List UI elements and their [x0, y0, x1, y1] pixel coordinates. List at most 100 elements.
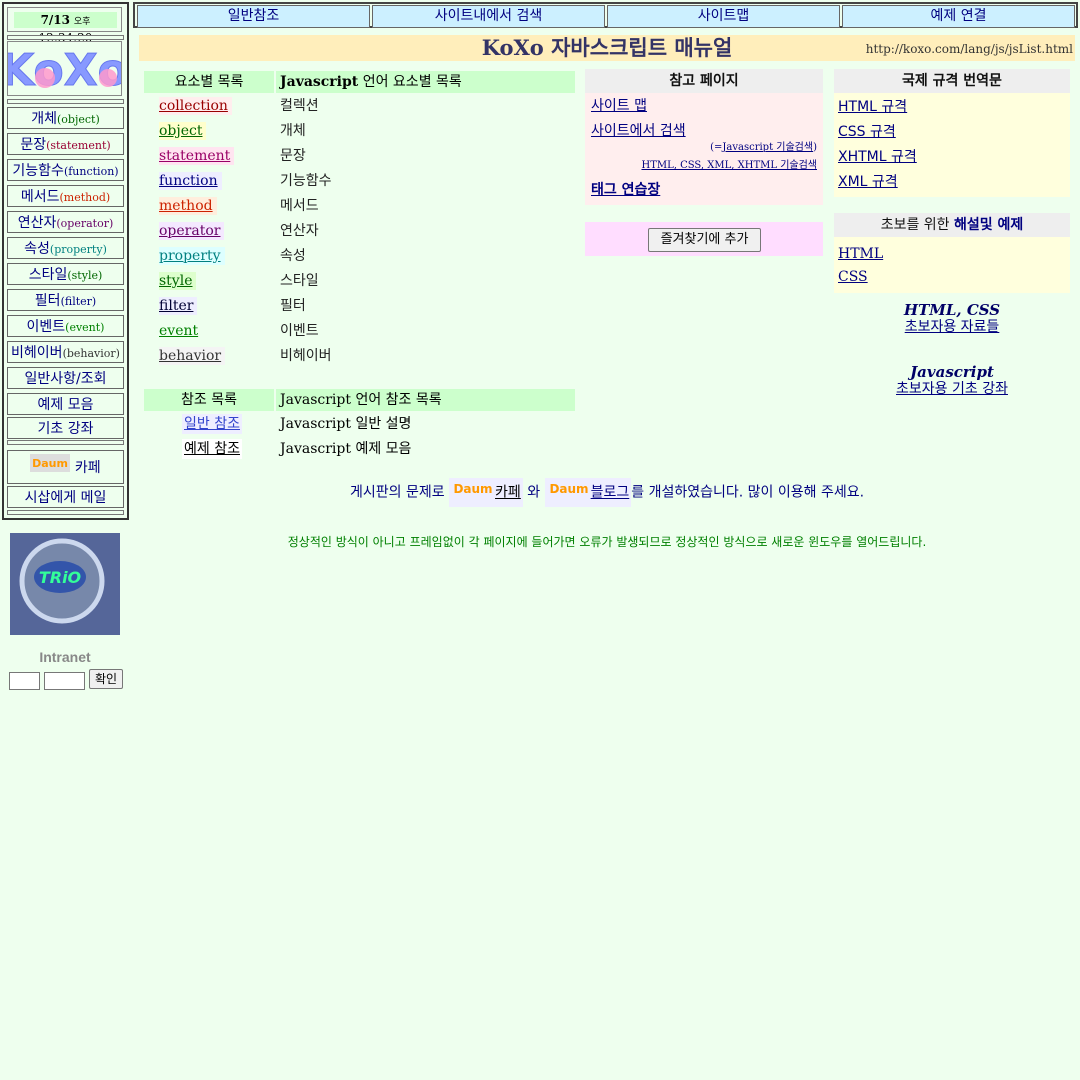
site-map-link[interactable]: 사이트 맵 [591, 97, 647, 115]
references-header-right-en: Javascript [280, 392, 351, 408]
sidebar-item-basics[interactable]: 기초 강좌 [7, 417, 124, 439]
elements-header-right-ko: 언어 요소별 목록 [362, 74, 462, 90]
title-bar: KoXo 자바스크립트 매뉴얼 http://koxo.com/lang/js/… [139, 35, 1075, 61]
tag-practice-link[interactable]: 태그 연습장 [591, 181, 660, 199]
sidebar-item-statement[interactable]: 문장(statement) [7, 133, 124, 155]
element-link-property[interactable]: property [159, 247, 225, 265]
page-title-en: KoXo [481, 35, 544, 60]
html-spec-link[interactable]: HTML 규격 [838, 98, 907, 116]
element-desc-behavior: 비헤이버 [280, 348, 332, 364]
sidebar-item-function[interactable]: 기능함수(function) [7, 159, 124, 181]
element-link-filter[interactable]: filter [159, 297, 198, 315]
sidebar-cafe-link[interactable]: Daum 카페 [7, 450, 124, 484]
sidebar-cafe-label: 카페 [74, 460, 101, 476]
sidebar-item-sub: (object) [57, 113, 100, 126]
sidebar-item-style[interactable]: 스타일(style) [7, 263, 124, 285]
sidebar-item-examples[interactable]: 예제 모음 [7, 393, 124, 415]
example-reference-desc-en: Javascript [280, 441, 351, 457]
intranet-confirm-button[interactable]: 확인 [89, 669, 123, 689]
sidebar-item-general[interactable]: 일반사항/조회 [7, 367, 124, 389]
site-search-link[interactable]: 사이트에서 검색 [591, 122, 686, 140]
sidebar-item-filter[interactable]: 필터(filter) [7, 289, 124, 311]
koxo-logo-image: KoXo [0, 45, 128, 97]
sidebar-item-sub: (function) [63, 165, 119, 178]
element-desc-filter: 필터 [280, 298, 306, 314]
frame-notice: 정상적인 방식이 아니고 프레임없이 각 페이지에 들어가면 오류가 발생되므로… [287, 535, 927, 549]
references-header-left: 참조 목록 [144, 389, 274, 411]
beginner-title-pre: 초보를 위한 [880, 217, 950, 233]
example-reference-desc-ko: 예제 모음 [355, 441, 412, 457]
notice-cafe-link[interactable]: Daum 카페 [449, 478, 523, 507]
element-link-function[interactable]: function [159, 172, 222, 190]
beginner-css-link[interactable]: CSS [838, 268, 868, 286]
clock-date: 7/13 [40, 13, 71, 27]
example-reference-desc: Javascript 예제 모음 [280, 439, 411, 459]
reference-pages-panel: 참고 페이지 사이트 맵 사이트에서 검색 (=Javascript 기술검색)… [585, 69, 823, 205]
nav-example-links[interactable]: 예제 연결 [842, 5, 1075, 28]
reference-pages-title: 참고 페이지 [585, 69, 823, 93]
example-reference-link[interactable]: 예제 참조 [182, 439, 242, 459]
notice-pre: 게시판의 문제로 [349, 484, 445, 501]
html-css-beginner-link[interactable]: 초보자용 자료들 [834, 319, 1070, 336]
sidebar-item-sub: (statement) [46, 139, 111, 152]
element-link-collection[interactable]: collection [159, 97, 232, 115]
element-desc-statement: 문장 [280, 148, 306, 164]
general-reference-desc-en: Javascript [280, 416, 351, 432]
daum-icon: Daum [30, 451, 71, 483]
sidebar-item-operator[interactable]: 연산자(operator) [7, 211, 124, 233]
js-beginner-block: Javascript 초보자용 기초 강좌 [834, 364, 1070, 398]
xhtml-spec-link[interactable]: XHTML 규격 [838, 148, 917, 166]
notice-blog-link[interactable]: Daum 블로그 [544, 478, 632, 507]
page-url: http://koxo.com/lang/js/jsList.html [865, 42, 1073, 56]
sidebar-item-label: 연산자 [17, 215, 57, 231]
sidebar-item-property[interactable]: 속성(property) [7, 237, 124, 259]
nav-site-search[interactable]: 사이트내에서 검색 [372, 5, 605, 28]
html-css-beginner-block: HTML, CSS 초보자용 자료들 [834, 302, 1070, 336]
sidebar-item-method[interactable]: 메서드(method) [7, 185, 124, 207]
bookmark-button[interactable]: 즐겨찾기에 추가 [648, 228, 761, 252]
koxo-logo[interactable]: KoXo [0, 41, 128, 97]
sidebar-item-event[interactable]: 이벤트(event) [7, 315, 124, 337]
clock: 7/13 오후 12:34:20 [7, 7, 122, 45]
notice-blog-label: 블로그 [590, 484, 630, 501]
intl-specs-panel: 국제 규격 번역문 HTML 규격 CSS 규격 XHTML 규격 XML 규격 [834, 69, 1070, 197]
trio-logo-text: TRiO [39, 568, 82, 587]
svg-text:Daum: Daum [549, 482, 588, 496]
beginner-panel: 초보를 위한 해설및 예제 HTML CSS [834, 213, 1070, 293]
sidebar-divider [7, 35, 124, 40]
sidebar-mail-link[interactable]: 시삽에게 메일 [7, 486, 124, 508]
nav-general-reference[interactable]: 일반참조 [137, 5, 370, 28]
board-notice: 게시판의 문제로 Daum 카페 와 Daum 블로그 를 개설하였습니다. 많이 … [139, 478, 1075, 507]
sidebar-item-behavior[interactable]: 비헤이버(behavior) [7, 341, 124, 363]
element-link-statement[interactable]: statement [159, 147, 235, 165]
js-beginner-link[interactable]: 초보자용 기초 강좌 [834, 381, 1070, 398]
intranet-id-input[interactable] [9, 672, 40, 690]
sidebar-divider [7, 510, 124, 515]
element-link-object[interactable]: object [159, 122, 207, 140]
elements-header-left: 요소별 목록 [144, 71, 274, 93]
html-search-link[interactable]: HTML, CSS, XML, XHTML 기술검색 [641, 160, 817, 172]
element-link-style[interactable]: style [159, 272, 197, 290]
sidebar-item-object[interactable]: 개체(object) [7, 107, 124, 129]
top-nav: 일반참조 사이트내에서 검색 사이트맵 예제 연결 [133, 2, 1078, 28]
xml-spec-link[interactable]: XML 규격 [838, 173, 898, 191]
sidebar-item-label: 예제 모음 [37, 397, 94, 413]
element-link-event[interactable]: event [159, 322, 203, 340]
js-search-link[interactable]: Javascript 기술검색 [722, 142, 813, 153]
element-desc-style: 스타일 [280, 273, 319, 289]
element-link-behavior[interactable]: behavior [159, 347, 226, 365]
sidebar-item-label: 개체 [31, 111, 57, 127]
intranet-password-input[interactable] [44, 672, 85, 690]
beginner-html-link[interactable]: HTML [838, 245, 883, 263]
sidebar-item-label: 기능함수 [12, 163, 64, 179]
intl-specs-title: 국제 규격 번역문 [834, 69, 1070, 93]
sidebar-item-label: 일반사항/조회 [24, 371, 107, 387]
sidebar-item-sub: (event) [65, 321, 105, 334]
sidebar-mail-label: 시삽에게 메일 [24, 490, 107, 506]
elements-header-right: Javascript 언어 요소별 목록 [276, 71, 575, 93]
element-link-method[interactable]: method [159, 197, 217, 215]
general-reference-link[interactable]: 일반 참조 [182, 414, 242, 434]
element-link-operator[interactable]: operator [159, 222, 225, 240]
nav-site-map[interactable]: 사이트맵 [607, 5, 840, 28]
css-spec-link[interactable]: CSS 규격 [838, 123, 896, 141]
